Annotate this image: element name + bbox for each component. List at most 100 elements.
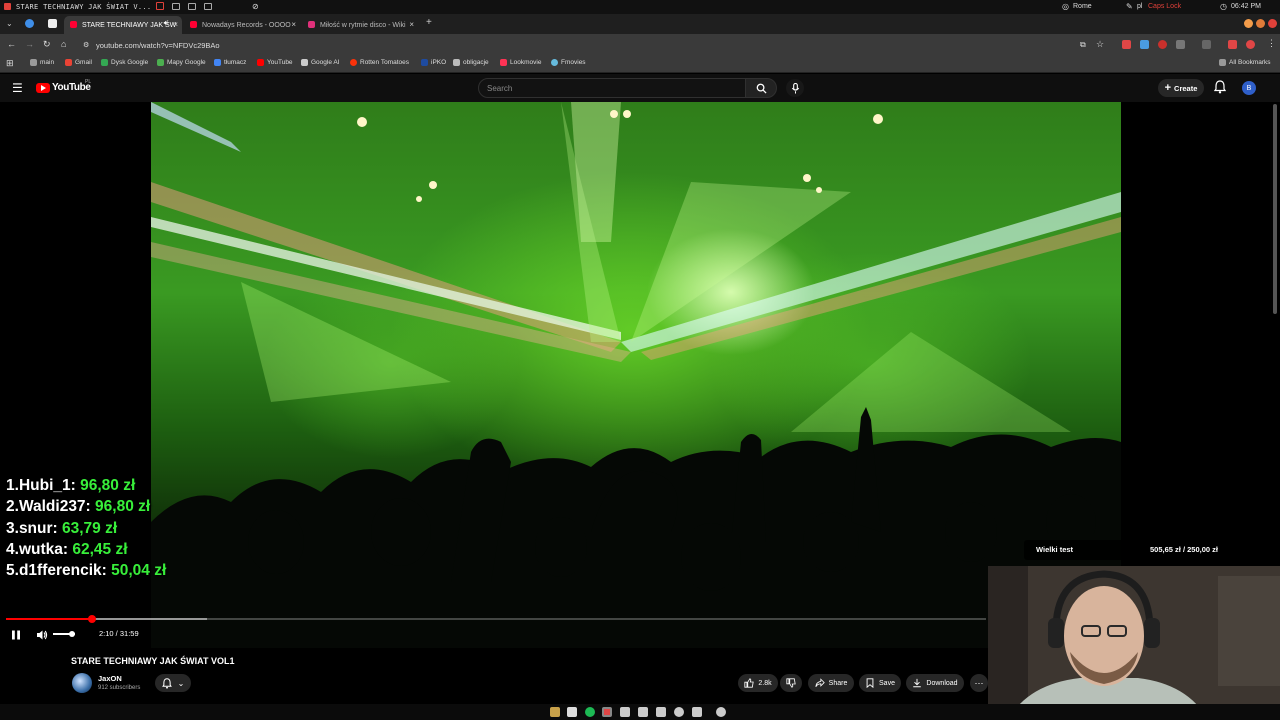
goal-progress: 505,65 zł / 250,00 zł bbox=[1150, 545, 1218, 554]
channel-avatar[interactable] bbox=[72, 673, 92, 693]
page-scrollbar[interactable] bbox=[1273, 104, 1277, 314]
subscription-bell-button[interactable]: ⌄ bbox=[155, 674, 191, 692]
tab-search-icon[interactable]: ⌄ bbox=[6, 19, 13, 28]
reload-icon[interactable]: ↻ bbox=[43, 39, 51, 50]
more-actions-button[interactable]: ⋯ bbox=[970, 674, 988, 692]
bookmark-star-icon[interactable]: ☆ bbox=[1096, 39, 1104, 50]
obs-icon[interactable] bbox=[674, 707, 684, 717]
apps-grid-icon[interactable]: ⊞ bbox=[6, 58, 14, 69]
bookmark-item[interactable]: Lookmovie bbox=[500, 59, 541, 66]
channel-name[interactable]: JaxON bbox=[98, 674, 122, 683]
bookmark-item[interactable]: obligacje bbox=[453, 59, 489, 66]
like-button[interactable]: 2.8k bbox=[738, 674, 778, 692]
app-grid-icon[interactable] bbox=[716, 707, 726, 717]
search-placeholder: Search bbox=[487, 83, 513, 93]
files-icon[interactable] bbox=[550, 707, 560, 717]
bookmark-item[interactable]: Rotten Tomatoes bbox=[350, 59, 409, 66]
bookmark-item[interactable]: Google AI bbox=[301, 59, 340, 66]
webcam-overlay bbox=[988, 566, 1280, 720]
steam-icon[interactable] bbox=[638, 707, 648, 717]
search-button[interactable] bbox=[745, 78, 777, 98]
extension-icon[interactable] bbox=[1228, 40, 1237, 49]
tab-label: STARE TECHNIAWY JAK ŚW bbox=[82, 21, 177, 29]
create-button[interactable]: + Create bbox=[1158, 79, 1204, 97]
thumbs-up-icon bbox=[744, 678, 755, 688]
bookmark-item[interactable]: main bbox=[30, 59, 54, 66]
share-button[interactable]: Share bbox=[808, 674, 854, 692]
bookmark-item[interactable]: YouTube bbox=[257, 59, 293, 66]
pin-icon[interactable]: ⊘ bbox=[252, 2, 259, 11]
volume-slider-knob[interactable] bbox=[68, 631, 75, 637]
bookmark-item[interactable]: Mapy Google bbox=[157, 59, 206, 66]
back-icon[interactable]: ← bbox=[7, 39, 16, 49]
pinned-tab-icon[interactable] bbox=[25, 19, 34, 28]
hamburger-menu-icon[interactable]: ☰ bbox=[12, 81, 23, 95]
bookmark-label: Lookmovie bbox=[510, 59, 542, 66]
save-button[interactable]: Save bbox=[859, 674, 901, 692]
microphone-icon bbox=[791, 82, 799, 94]
share-label: Share bbox=[828, 679, 848, 687]
plus-icon: + bbox=[1164, 82, 1172, 94]
extension-icon[interactable] bbox=[1158, 40, 1167, 49]
extension-icon[interactable] bbox=[1122, 40, 1131, 49]
donation-amount: 63,79 zł bbox=[62, 519, 118, 537]
app-menu-icon[interactable] bbox=[4, 3, 11, 10]
tab-nowadays[interactable]: Nowadays Records - OOOO × bbox=[184, 16, 300, 34]
video-frame[interactable] bbox=[151, 102, 1121, 648]
account-avatar[interactable]: B bbox=[1242, 81, 1256, 95]
leaderboard-row: 5.d1fferencik: 50,04 zł bbox=[6, 562, 167, 580]
audio-playing-icon[interactable]: 🔊︎ bbox=[164, 20, 168, 28]
donor-name: snur: bbox=[18, 519, 58, 537]
new-tab-icon[interactable]: + bbox=[426, 17, 432, 28]
close-tab-icon[interactable]: × bbox=[291, 20, 296, 29]
voice-search-button[interactable] bbox=[786, 79, 804, 97]
close-window-icon[interactable] bbox=[1268, 19, 1277, 28]
youtube-logo-icon[interactable] bbox=[36, 83, 50, 93]
mute-button[interactable] bbox=[36, 628, 48, 640]
search-input[interactable]: Search bbox=[478, 78, 746, 98]
minimize-icon[interactable] bbox=[1244, 19, 1253, 28]
install-app-icon[interactable]: ⧉ bbox=[1080, 40, 1086, 50]
discord-icon[interactable] bbox=[620, 707, 630, 717]
tab-strip: ⌄ STARE TECHNIAWY JAK ŚW 🔊︎ × Nowadays R… bbox=[0, 14, 1280, 34]
workspace-icon[interactable] bbox=[204, 3, 212, 10]
close-tab-icon[interactable]: × bbox=[409, 20, 414, 29]
sidebar-icon[interactable] bbox=[1202, 40, 1211, 49]
maximize-icon[interactable] bbox=[1256, 19, 1265, 28]
time-display: 2:10 / 31:59 bbox=[99, 629, 139, 638]
menu-dots-icon[interactable]: ⋮ bbox=[1267, 38, 1276, 49]
shield-icon[interactable] bbox=[656, 707, 666, 717]
notes-icon[interactable] bbox=[692, 707, 702, 717]
bookmark-item[interactable]: Fmovies bbox=[551, 59, 586, 66]
notifications-bell-icon[interactable] bbox=[1213, 80, 1227, 99]
browser-icon[interactable] bbox=[602, 707, 612, 717]
all-bookmarks[interactable]: All Bookmarks bbox=[1219, 59, 1271, 66]
save-label: Save bbox=[879, 679, 895, 687]
pause-button[interactable] bbox=[10, 628, 22, 640]
spotify-icon[interactable] bbox=[585, 707, 595, 717]
profile-icon[interactable] bbox=[1246, 40, 1255, 49]
workspace-icon[interactable] bbox=[188, 3, 196, 10]
address-bar[interactable]: youtube.com/watch?v=NFDVc29BAo bbox=[84, 36, 1074, 54]
bookmark-item[interactable]: tłumacz bbox=[214, 59, 246, 66]
tab-youtube-video[interactable]: STARE TECHNIAWY JAK ŚW 🔊︎ × bbox=[64, 16, 182, 34]
tab-wiki[interactable]: Miłość w rytmie disco - Wiki × bbox=[302, 16, 418, 34]
maps-icon bbox=[157, 59, 164, 66]
extensions-puzzle-icon[interactable] bbox=[1176, 40, 1185, 49]
bookmark-label: Dysk Google bbox=[111, 59, 149, 66]
pinned-tab-icon[interactable] bbox=[48, 19, 57, 28]
bookmark-label: tłumacz bbox=[224, 59, 247, 66]
progress-scrubber[interactable] bbox=[88, 615, 97, 623]
extension-icon[interactable] bbox=[1140, 40, 1149, 49]
workspace-icon[interactable] bbox=[172, 3, 180, 10]
bookmark-item[interactable]: iPKO bbox=[421, 59, 446, 66]
bookmark-item[interactable]: Dysk Google bbox=[101, 59, 148, 66]
workspace-icon[interactable] bbox=[156, 2, 164, 10]
dislike-button[interactable] bbox=[780, 674, 802, 692]
home-icon[interactable]: ⌂ bbox=[61, 39, 66, 49]
mail-icon[interactable] bbox=[567, 707, 577, 717]
close-tab-icon[interactable]: × bbox=[173, 20, 178, 29]
bookmark-item[interactable]: Gmail bbox=[65, 59, 92, 66]
download-button[interactable]: Download bbox=[906, 674, 964, 692]
forward-icon[interactable]: → bbox=[25, 39, 34, 49]
